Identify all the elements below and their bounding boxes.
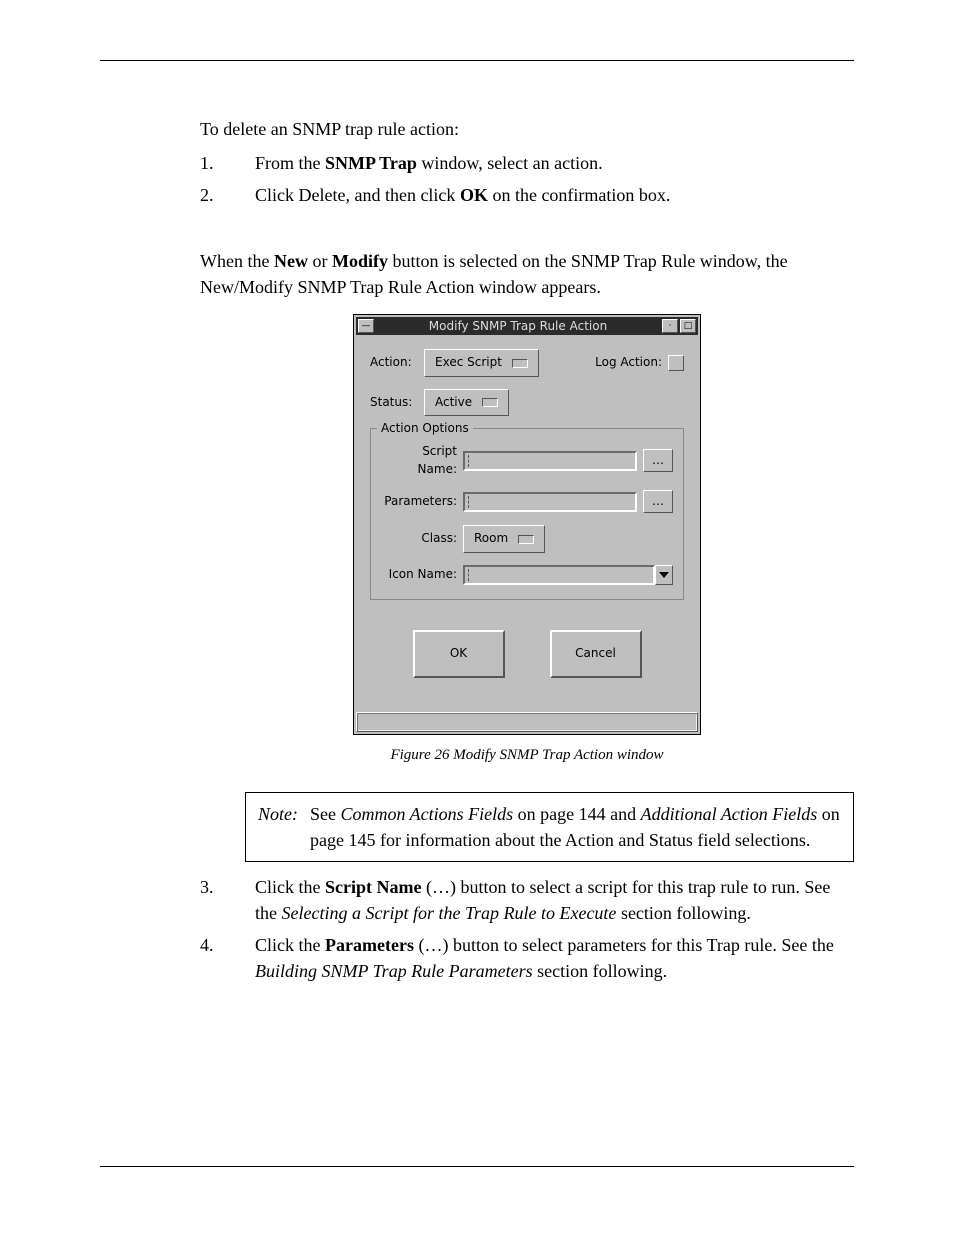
note-body: See Common Actions Fields on page 144 an… [310,801,841,853]
status-row: Status: Active [370,389,684,416]
list-item: 4. Click the Parameters (…) button to se… [200,932,854,984]
action-dropdown-value: Exec Script [435,354,502,371]
list-item: 1. From the SNMP Trap window, select an … [200,150,854,176]
list-item: 2. Click Delete, and then click OK on th… [200,182,854,208]
script-name-label: Script Name: [381,443,463,478]
step-text: Click Delete, and then click OK on the c… [255,182,854,208]
note-box: Note: See Common Actions Fields on page … [245,792,854,862]
cancel-button[interactable]: Cancel [550,630,642,678]
text-italic: Common Actions Fields [341,804,514,824]
log-action-label: Log Action: [595,354,662,371]
text-fragment: or [308,251,332,271]
text-fragment: (…) button to select parameters for this… [414,935,834,955]
text-bold: Modify [332,251,388,271]
icon-name-dropdown-button[interactable] [655,565,673,585]
action-options-fieldset: Action Options Script Name: … Parameters… [370,428,684,600]
log-action-group: Log Action: [595,354,684,371]
action-label: Action: [370,354,424,371]
log-action-checkbox[interactable] [668,355,684,371]
page: To delete an SNMP trap rule action: 1. F… [0,0,954,1235]
dropdown-indicator-icon [518,535,534,544]
icon-name-input[interactable] [463,565,655,585]
note-label: Note: [258,801,310,853]
action-row: Action: Exec Script Log Action: [370,349,684,376]
text-bold: OK [460,185,488,205]
minimize-button[interactable]: · [662,319,678,333]
class-dropdown-value: Room [474,530,508,547]
window-buttons: · □ [662,319,696,333]
step-number: 3. [200,874,255,926]
step-number: 2. [200,182,255,208]
text-bold: SNMP Trap [325,153,417,173]
text-fragment: window, select an action. [417,153,603,173]
script-name-input[interactable] [463,451,637,471]
icon-name-label: Icon Name: [381,566,463,583]
parameters-label: Parameters: [381,493,463,510]
dropdown-indicator-icon [512,359,528,368]
step-text: From the SNMP Trap window, select an act… [255,150,854,176]
status-label: Status: [370,394,424,411]
dialog-titlebar: — Modify SNMP Trap Rule Action · □ [356,317,698,335]
dialog-figure: — Modify SNMP Trap Rule Action · □ Actio… [353,314,701,734]
dialog-title: Modify SNMP Trap Rule Action [374,318,662,335]
body-text: To delete an SNMP trap rule action: 1. F… [200,116,854,984]
text-italic: Selecting a Script for the Trap Rule to … [282,903,617,923]
text-fragment: Click Delete, and then click [255,185,460,205]
parameters-row: Parameters: … [381,490,673,513]
text-fragment: section following. [616,903,750,923]
parameters-browse-button[interactable]: … [643,490,673,513]
header-rule [100,60,854,61]
step-number: 1. [200,150,255,176]
text-bold: Script Name [325,877,421,897]
window-menu-button[interactable]: — [358,319,374,333]
class-label: Class: [381,530,463,547]
footer-rule [100,1166,854,1167]
ok-button[interactable]: OK [413,630,505,678]
status-dropdown[interactable]: Active [424,389,509,416]
script-name-browse-button[interactable]: … [643,449,673,472]
continued-steps-list: 3. Click the Script Name (…) button to s… [200,874,854,984]
maximize-button[interactable]: □ [680,319,696,333]
text-bold: Parameters [325,935,414,955]
mid-paragraph: When the New or Modify button is selecte… [200,248,854,300]
chevron-down-icon [659,572,669,578]
class-dropdown[interactable]: Room [463,525,545,552]
dialog-window: — Modify SNMP Trap Rule Action · □ Actio… [353,314,701,734]
dialog-client-area: Action: Exec Script Log Action: Status: [356,335,698,709]
text-fragment: Click the [255,935,325,955]
dialog-statusbar [356,712,698,732]
intro-paragraph: To delete an SNMP trap rule action: [200,116,854,142]
class-row: Class: Room [381,525,673,552]
step-number: 4. [200,932,255,984]
parameters-input[interactable] [463,492,637,512]
text-fragment: When the [200,251,274,271]
fieldset-legend: Action Options [377,420,473,437]
text-italic: Additional Action Fields [641,804,818,824]
text-fragment: on the confirmation box. [488,185,670,205]
text-fragment: Click the [255,877,325,897]
text-fragment: See [310,804,341,824]
text-fragment: on page 144 and [513,804,640,824]
figure-caption: Figure 26 Modify SNMP Trap Action window [200,745,854,767]
step-text: Click the Parameters (…) button to selec… [255,932,854,984]
script-name-row: Script Name: … [381,443,673,478]
text-italic: Building SNMP Trap Rule Parameters [255,961,533,981]
icon-name-row: Icon Name: [381,565,673,585]
dialog-buttons-row: OK Cancel [370,616,684,700]
text-fragment: From the [255,153,325,173]
list-item: 3. Click the Script Name (…) button to s… [200,874,854,926]
step-text: Click the Script Name (…) button to sele… [255,874,854,926]
dropdown-indicator-icon [482,398,498,407]
text-fragment: section following. [533,961,667,981]
action-dropdown[interactable]: Exec Script [424,349,539,376]
text-bold: New [274,251,308,271]
delete-steps-list: 1. From the SNMP Trap window, select an … [200,150,854,208]
status-dropdown-value: Active [435,394,472,411]
